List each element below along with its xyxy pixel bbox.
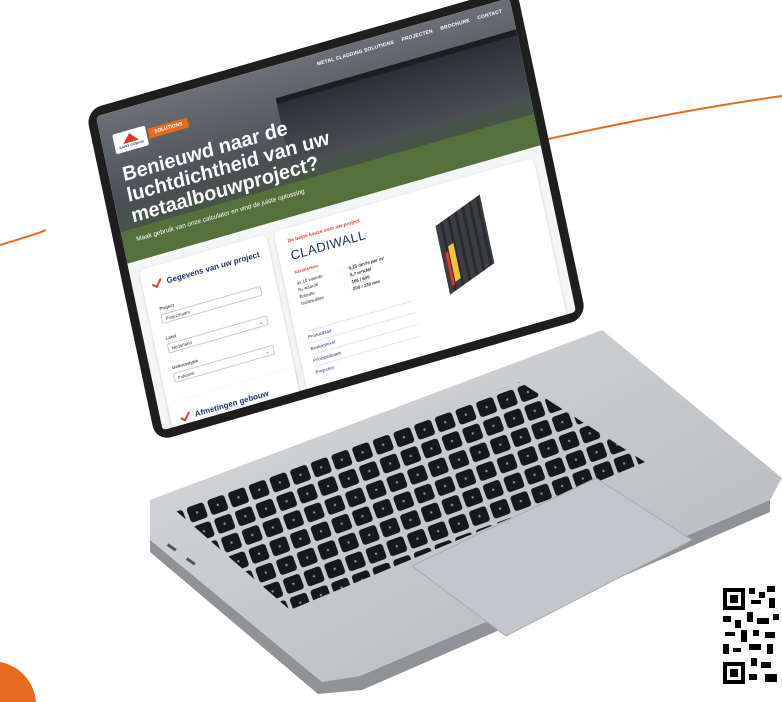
photo-stage: METAL CLADDING SOLUTIONS PROJECTEN BROCH… <box>0 0 782 702</box>
nav-item[interactable]: CONTACT <box>477 9 503 22</box>
panel-ribs <box>435 194 495 295</box>
country-value: Nederland <box>171 339 193 351</box>
country-select[interactable]: Nederland ⌄ <box>166 315 269 354</box>
form-title: Gegevens van uw project <box>165 249 261 285</box>
dimensions-title: Afmetingen gebouw <box>193 388 270 419</box>
field-label: Land <box>165 333 177 341</box>
qr-code[interactable] <box>721 582 781 692</box>
chevron-down-icon: ⌄ <box>258 319 264 327</box>
chevron-down-icon: ⌄ <box>264 348 271 356</box>
spec-table: qv;10 waarde: 0,15 dm³/s per m² Rₐ waard… <box>296 249 408 307</box>
logo[interactable]: SAINT-GOBAIN <box>112 125 150 155</box>
check-icon <box>179 410 191 423</box>
nav-item[interactable]: PROJECTEN <box>401 28 433 43</box>
building-type-value: Industrie <box>177 370 196 380</box>
check-icon <box>151 277 163 290</box>
form-heading: Gegevens van uw project <box>151 249 261 290</box>
project-input[interactable]: Projectnaam <box>160 285 263 325</box>
result-links: Productblad Bestekstekst Principedetails… <box>306 300 423 378</box>
nav-item[interactable]: BROCHURE <box>440 18 471 32</box>
solutions-badge: SOLUTIONS <box>147 117 190 139</box>
nav-item[interactable]: METAL CLADDING SOLUTIONS <box>317 40 395 68</box>
cladding-panel-image <box>435 188 504 300</box>
